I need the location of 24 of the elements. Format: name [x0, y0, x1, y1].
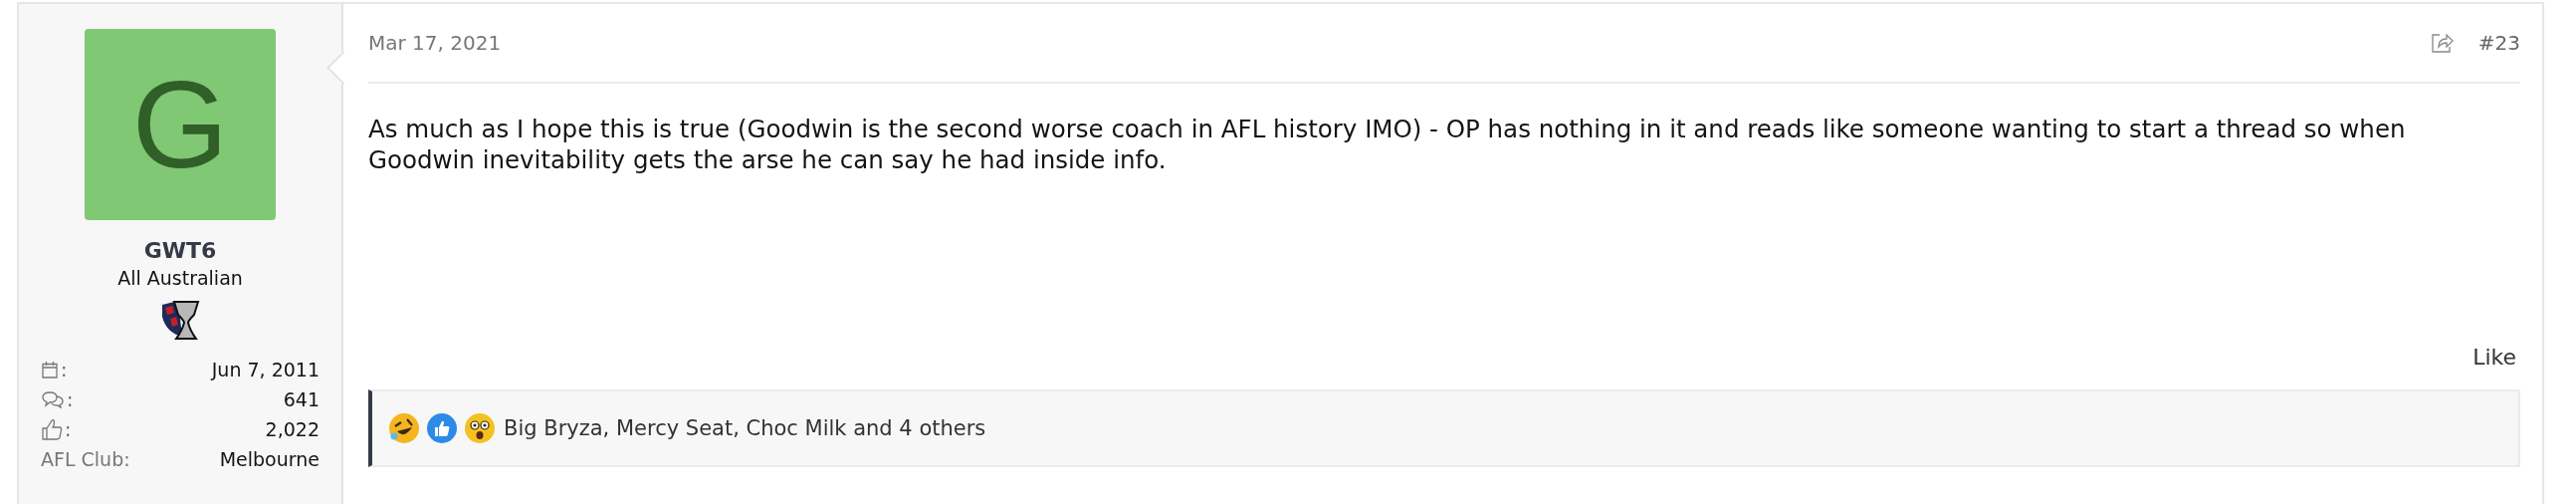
trophy-shield-icon	[160, 299, 200, 341]
user-title: All Australian	[117, 267, 243, 289]
stat-label: :	[65, 418, 72, 440]
stat-label: AFL Club:	[41, 448, 130, 470]
username[interactable]: GWT6	[143, 238, 217, 263]
stat-value: Jun 7, 2011	[211, 359, 320, 380]
stat-label: :	[61, 359, 68, 380]
like-link[interactable]: Like	[2472, 345, 2516, 370]
post-body: As much as I hope this is true (Goodwin is the second worse coach in AFL history IMO) - OP has nothing in it and reads like someone wanting to start a thread so when Goodwin inevitability gets the arse he can say he had inside info.	[368, 114, 2407, 176]
share-icon[interactable]	[2430, 32, 2455, 54]
stat-label: :	[67, 388, 74, 410]
stat-value: 641	[283, 388, 320, 410]
chat-bubbles-icon	[41, 390, 65, 408]
stat-value: Melbourne	[219, 448, 320, 470]
stat-value: 2,022	[265, 418, 320, 440]
astonished-emoji-icon[interactable]	[464, 412, 496, 444]
post-number[interactable]: #23	[2477, 31, 2520, 55]
thumbs-up-emoji-icon[interactable]	[426, 412, 458, 444]
thumbs-up-icon	[41, 418, 63, 440]
post-date[interactable]: Mar 17, 2021	[368, 31, 502, 55]
calendar-icon	[41, 361, 59, 378]
avatar[interactable]: G	[85, 29, 276, 220]
laughing-emoji-icon[interactable]	[388, 412, 420, 444]
reactions-list[interactable]: Big Bryza, Mercy Seat, Choc Milk and 4 others	[504, 416, 986, 440]
